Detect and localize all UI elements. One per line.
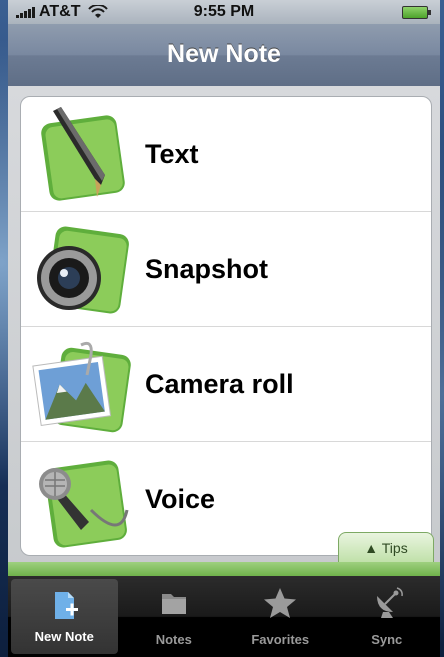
status-bar: AT&T 9:55 PM <box>8 0 440 24</box>
tab-bar: New Note Notes Favorites Sync <box>8 576 440 657</box>
content-area: Text Snapshot Camera roll Voice <box>8 86 440 576</box>
clock: 9:55 PM <box>193 3 255 20</box>
list-item-label: Camera roll <box>145 369 294 399</box>
camera-icon <box>37 226 129 314</box>
tab-new-note[interactable]: New Note <box>11 579 118 654</box>
list-item-label: Snapshot <box>145 254 269 284</box>
tips-strip <box>8 562 440 576</box>
new-note-options-list: Text Snapshot Camera roll Voice <box>20 96 432 556</box>
new-note-icon <box>55 592 79 619</box>
list-item-snapshot[interactable]: Snapshot <box>21 212 431 327</box>
photo-icon <box>32 341 131 433</box>
navigation-bar: New Note <box>8 24 440 87</box>
list-item-label: Text <box>145 139 199 169</box>
tab-label: New Note <box>34 629 94 644</box>
tips-button[interactable]: ▲ Tips <box>338 532 434 563</box>
tab-sync[interactable]: Sync <box>334 576 441 657</box>
list-item-text[interactable]: Text <box>21 97 431 212</box>
page-title: New Note <box>167 40 281 68</box>
battery-icon <box>402 6 431 19</box>
star-icon <box>264 588 297 618</box>
folder-icon <box>161 594 186 614</box>
pen-icon <box>41 107 125 201</box>
tab-notes[interactable]: Notes <box>121 576 228 657</box>
phone-screen: AT&T 9:55 PM New Note Text Snapshot Came… <box>8 0 440 657</box>
list-item-label: Voice <box>145 484 216 514</box>
microphone-icon <box>39 460 129 548</box>
satellite-icon <box>376 587 403 618</box>
tab-label: Sync <box>371 632 403 647</box>
tab-label: Favorites <box>251 632 310 647</box>
tab-favorites[interactable]: Favorites <box>227 576 334 657</box>
list-item-camera-roll[interactable]: Camera roll <box>21 327 431 442</box>
tab-label: Notes <box>155 632 192 647</box>
